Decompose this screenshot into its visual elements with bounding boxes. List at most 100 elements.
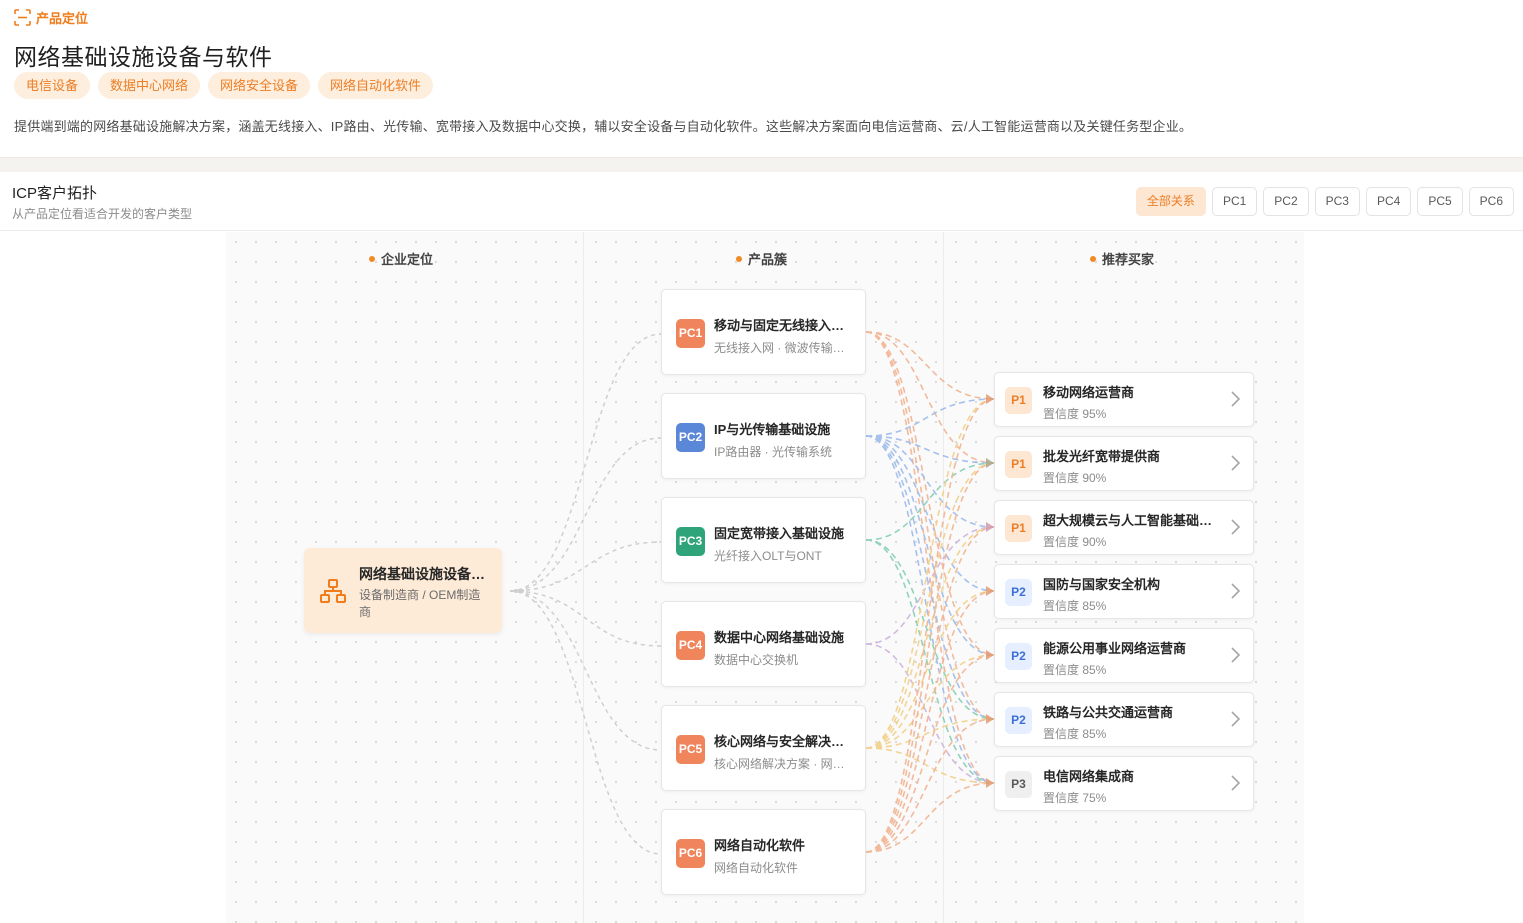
filter-pc1[interactable]: PC1 (1211, 187, 1258, 216)
chevron-right-icon[interactable] (1229, 710, 1241, 733)
topology-subtitle: 从产品定位看适合开发的客户类型 (12, 207, 193, 221)
priority-badge: P1 (1005, 451, 1032, 478)
cluster-node-pc6[interactable]: PC6 网络自动化软件 网络自动化软件 (661, 809, 866, 895)
filter-all-relations[interactable]: 全部关系 (1135, 187, 1206, 216)
filter-pc5[interactable]: PC5 (1417, 187, 1463, 216)
chevron-right-icon[interactable] (1229, 454, 1241, 477)
buyer-name: 移动网络运营商 (1043, 385, 1135, 400)
cluster-link (865, 398, 995, 749)
buyer-name: 国防与国家安全机构 (1043, 577, 1161, 592)
buyer-node[interactable]: P1 超大规模云与人工智能基础设施运营商 置信度 90% (994, 500, 1254, 555)
product-positioning-header: 产品定位 网络基础设施设备与软件 电信设备 数据中心网络 网络安全设备 网络自动… (0, 0, 1523, 157)
buyer-node[interactable]: P1 批发光纤宽带提供商 置信度 90% (994, 436, 1254, 491)
buyer-node[interactable]: P3 电信网络集成商 置信度 75% (994, 756, 1254, 811)
cluster-link (865, 654, 995, 853)
cluster-badge: PC3 (676, 527, 705, 556)
org-chart-icon (320, 578, 346, 609)
cluster-name: 移动与固定无线接入网络 (714, 318, 854, 333)
buyer-confidence: 置信度 85% (1043, 663, 1107, 677)
section-label: 产品定位 (14, 8, 88, 27)
cluster-products: 核心网络解决方案 · 网络安全设备 (714, 757, 854, 771)
buyer-confidence: 置信度 95% (1043, 407, 1107, 421)
buyer-name: 电信网络集成商 (1043, 769, 1135, 784)
cluster-node-pc2[interactable]: PC2 IP与光传输基础设施 IP路由器 · 光传输系统 (661, 393, 866, 479)
tag: 网络自动化软件 (318, 72, 434, 99)
cluster-node-pc3[interactable]: PC3 固定宽带接入基础设施 光纤接入OLT与ONT (661, 497, 866, 583)
chevron-right-icon[interactable] (1229, 582, 1241, 605)
cluster-badge: PC6 (676, 839, 705, 868)
cluster-name: 固定宽带接入基础设施 (714, 526, 845, 541)
buyer-confidence: 置信度 90% (1043, 471, 1107, 485)
topology-title: ICP客户拓扑 (12, 185, 98, 202)
cluster-link (865, 590, 995, 749)
cluster-products: 数据中心交换机 (714, 653, 799, 667)
filter-pc3[interactable]: PC3 (1314, 187, 1360, 216)
cluster-link (865, 435, 995, 784)
priority-badge: P2 (1005, 579, 1032, 606)
enterprise-link (509, 333, 662, 592)
scan-frame-icon (14, 9, 31, 26)
buyer-node[interactable]: P2 铁路与公共交通运营商 置信度 85% (994, 692, 1254, 747)
chevron-right-icon[interactable] (1229, 390, 1241, 413)
enterprise-link (509, 437, 662, 592)
enterprise-type: 设备制造商 / OEM制造商 (359, 588, 481, 619)
relation-filter-group: 全部关系 PC1 PC2 PC3 PC4 PC5 PC6 (1135, 187, 1514, 216)
chevron-right-icon[interactable] (1229, 518, 1241, 541)
product-title: 网络基础设施设备与软件 (14, 44, 273, 70)
cluster-name: IP与光传输基础设施 (714, 422, 831, 437)
cluster-badge: PC4 (676, 631, 705, 660)
enterprise-link (509, 590, 662, 751)
cluster-link (865, 331, 995, 656)
enterprise-link (509, 541, 662, 592)
buyer-confidence: 置信度 90% (1043, 535, 1107, 549)
buyer-name: 超大规模云与人工智能基础设施运营商 (1043, 513, 1215, 528)
cluster-badge: PC1 (676, 319, 705, 348)
buyer-confidence: 置信度 85% (1043, 727, 1107, 741)
cluster-name: 数据中心网络基础设施 (714, 630, 845, 645)
priority-badge: P2 (1005, 643, 1032, 670)
buyer-node[interactable]: P2 国防与国家安全机构 置信度 85% (994, 564, 1254, 619)
buyer-node[interactable]: P1 移动网络运营商 置信度 95% (994, 372, 1254, 427)
priority-badge: P1 (1005, 387, 1032, 414)
cluster-badge: PC2 (676, 423, 705, 452)
cluster-badge: PC5 (676, 735, 705, 764)
priority-badge: P1 (1005, 515, 1032, 542)
cluster-node-pc5[interactable]: PC5 核心网络与安全解决方案 核心网络解决方案 · 网络安全设备 (661, 705, 866, 791)
buyer-confidence: 置信度 85% (1043, 599, 1107, 613)
enterprise-name: 网络基础设施设备与软件 (359, 566, 487, 582)
filter-pc4[interactable]: PC4 (1365, 187, 1412, 216)
cluster-link (865, 526, 995, 853)
cluster-node-pc1[interactable]: PC1 移动与固定无线接入网络 无线接入网 · 微波传输系统 (661, 289, 866, 375)
cluster-products: 无线接入网 · 微波传输系统 (714, 341, 854, 355)
tag-list: 电信设备 数据中心网络 网络安全设备 网络自动化软件 (14, 72, 434, 99)
cluster-link (865, 590, 995, 853)
cluster-link (865, 331, 995, 400)
tag: 网络安全设备 (208, 72, 311, 99)
cluster-name: 核心网络与安全解决方案 (714, 734, 854, 749)
cluster-name: 网络自动化软件 (714, 838, 806, 853)
buyer-confidence: 置信度 75% (1043, 791, 1107, 805)
tag: 电信设备 (14, 72, 91, 99)
filter-pc2[interactable]: PC2 (1263, 187, 1309, 216)
enterprise-node[interactable]: 网络基础设施设备与软件 设备制造商 / OEM制造商 (304, 548, 502, 633)
buyer-name: 批发光纤宽带提供商 (1043, 449, 1161, 464)
cluster-products: 网络自动化软件 (714, 861, 799, 875)
product-description: 提供端到端的网络基础设施解决方案，涵盖无线接入、IP路由、光传输、宽带接入及数据… (14, 119, 1193, 134)
cluster-products: IP路由器 · 光传输系统 (714, 445, 833, 459)
chevron-right-icon[interactable] (1229, 774, 1241, 797)
buyer-node[interactable]: P2 能源公用事业网络运营商 置信度 85% (994, 628, 1254, 683)
tag: 数据中心网络 (98, 72, 201, 99)
priority-badge: P2 (1005, 707, 1032, 734)
section-divider (0, 157, 1523, 172)
priority-badge: P3 (1005, 771, 1032, 798)
filter-pc6[interactable]: PC6 (1468, 187, 1514, 216)
topology-header: ICP客户拓扑 从产品定位看适合开发的客户类型 全部关系 PC1 PC2 PC3… (0, 172, 1523, 231)
buyer-name: 能源公用事业网络运营商 (1043, 641, 1187, 656)
cluster-products: 光纤接入OLT与ONT (714, 549, 822, 563)
enterprise-link (509, 590, 662, 855)
buyer-name: 铁路与公共交通运营商 (1043, 705, 1174, 720)
topology-panel: ICP客户拓扑 从产品定位看适合开发的客户类型 全部关系 PC1 PC2 PC3… (0, 172, 1523, 923)
chevron-right-icon[interactable] (1229, 646, 1241, 669)
topology-canvas[interactable]: 企业定位 产品簇 推荐买家 网络基础设施设备与 设备制造商 / OEM制造商 P… (226, 232, 1304, 923)
cluster-node-pc4[interactable]: PC4 数据中心网络基础设施 数据中心交换机 (661, 601, 866, 687)
